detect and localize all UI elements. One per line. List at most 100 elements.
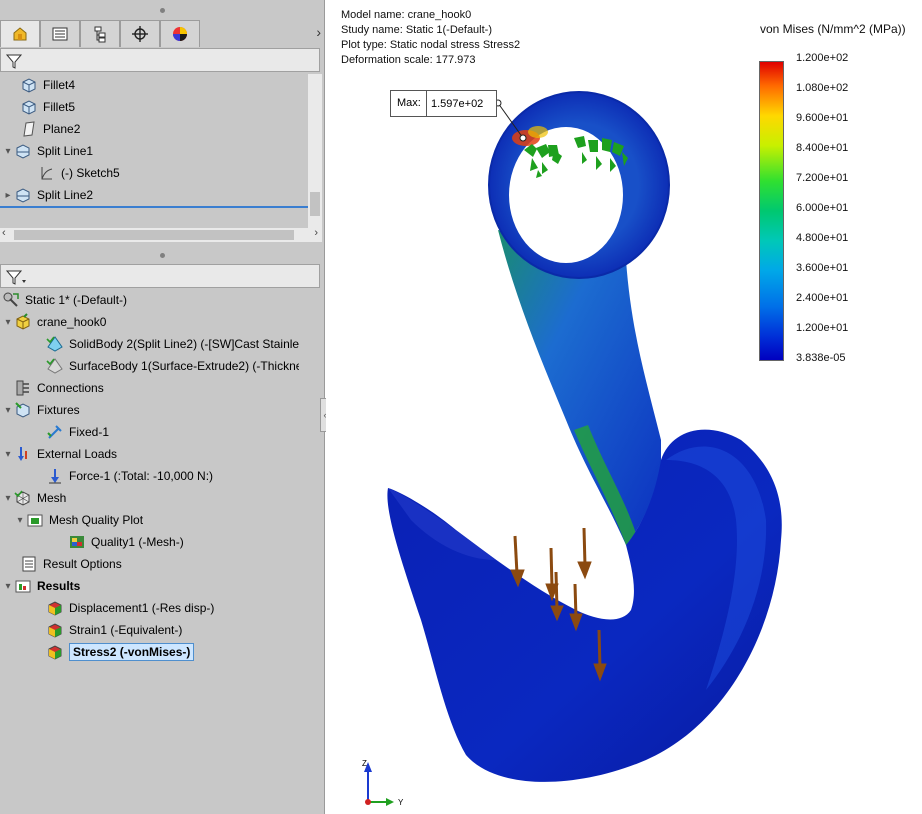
- configuration-manager-icon: [94, 26, 106, 43]
- legend-tick-label: 6.000e+01: [796, 202, 849, 214]
- feature-manager-panel: › Fillet4 Fillet5 Plane2 ▾ Split Line1 (-) Sk…: [0, 0, 330, 814]
- max-value: 1.597e+02: [431, 97, 484, 110]
- legend-tick-label: 4.800e+01: [796, 232, 849, 244]
- legend-tick-label: 3.838e-05: [796, 352, 846, 364]
- expander-arrow-icon[interactable]: ▸: [2, 190, 14, 201]
- tree-item-label: Force-1 (:Total: -10,000 N:): [69, 469, 214, 483]
- tree-item[interactable]: SurfaceBody 1(Surface-Extrude2) (-Thickn…: [34, 355, 299, 377]
- filter-icon: [5, 54, 23, 69]
- tree-item[interactable]: Strain1 (-Equivalent-): [34, 619, 182, 641]
- stress-hotspot-halo: [528, 126, 548, 138]
- tab-property-manager[interactable]: [40, 20, 80, 47]
- tree-item[interactable]: Force-1 (:Total: -10,000 N:): [34, 465, 213, 487]
- tree-item[interactable]: Fixed-1: [34, 421, 109, 443]
- tree-item[interactable]: (-) Sketch5: [26, 162, 120, 184]
- force-icon: [46, 467, 64, 485]
- tree-item-label: External Loads: [37, 447, 118, 461]
- tree-item[interactable]: Fillet4: [8, 74, 75, 96]
- tree-item[interactable]: ▾ crane_hook0: [2, 311, 106, 333]
- tree-item[interactable]: Stress2 (-vonMises-): [34, 641, 195, 663]
- tree-item-label: Fillet4: [43, 78, 76, 92]
- result-options-icon: [20, 555, 38, 573]
- tab-configuration-manager[interactable]: [80, 20, 120, 47]
- graphics-viewport[interactable]: Model name: crane_hook0 Study name: Stat…: [326, 0, 922, 814]
- expander-arrow-icon[interactable]: ▾: [2, 146, 14, 157]
- feature-tree-vertical-scrollbar[interactable]: [308, 74, 322, 230]
- quality-plot-icon: [68, 533, 86, 551]
- tree-item-label: Result Options: [43, 557, 122, 571]
- simulation-study-tree: Static 1* (-Default-) ▾ crane_hook0 SolidBo…: [0, 289, 325, 669]
- stress-plot-icon: [46, 643, 64, 661]
- legend-tick-label: 7.200e+01: [796, 172, 849, 184]
- legend-tick-label: 2.400e+01: [796, 292, 849, 304]
- sketch-icon: [38, 164, 56, 182]
- fillet-icon: [20, 98, 38, 116]
- expander-arrow-icon[interactable]: ▾: [2, 449, 14, 460]
- tree-item[interactable]: ▾ Mesh Quality Plot: [14, 509, 143, 531]
- panel-splitter-bottom[interactable]: [0, 251, 325, 259]
- expander-arrow-icon[interactable]: ▾: [2, 317, 14, 328]
- tree-item-label: Plane2: [43, 122, 81, 136]
- tree-item[interactable]: ▾ External Loads: [2, 443, 117, 465]
- feature-tree-filter[interactable]: [0, 48, 320, 72]
- y-axis-arrow: [386, 798, 394, 806]
- tree-item[interactable]: Quality1 (-Mesh-): [56, 531, 184, 553]
- force-arrow: [577, 527, 592, 580]
- tree-item[interactable]: ▾ Split Line1: [2, 140, 93, 162]
- plane-icon: [20, 120, 38, 138]
- tree-item[interactable]: ▾ Mesh: [2, 487, 66, 509]
- tree-item[interactable]: Displacement1 (-Res disp-): [34, 597, 214, 619]
- tree-item[interactable]: Result Options: [8, 553, 122, 575]
- tree-item-label: Static 1* (-Default-): [25, 293, 128, 307]
- external-loads-icon: [14, 445, 32, 463]
- tree-item[interactable]: Plane2: [8, 118, 80, 140]
- fillet-icon: [20, 76, 38, 94]
- chevron-right-icon[interactable]: ›: [316, 24, 321, 40]
- legend-tick-label: 9.600e+01: [796, 112, 849, 124]
- legend-color-bar: [759, 61, 784, 361]
- simulation-tree-filter[interactable]: [0, 264, 320, 288]
- tree-item[interactable]: Static 1* (-Default-): [0, 289, 127, 311]
- tree-item[interactable]: Connections: [2, 377, 104, 399]
- tree-item-label: SurfaceBody 1(Surface-Extrude2) (-Thickn…: [69, 359, 299, 373]
- x-axis-dot: [365, 799, 371, 805]
- rollback-bar[interactable]: [0, 206, 308, 208]
- surface-body-icon: [46, 357, 64, 375]
- tab-feature-manager[interactable]: [0, 20, 40, 47]
- expander-arrow-icon[interactable]: ▾: [14, 515, 26, 526]
- solid-body-icon: [46, 335, 64, 353]
- split-line-icon: [14, 142, 32, 160]
- expander-arrow-icon[interactable]: ▾: [2, 405, 14, 416]
- tree-item-label: Split Line2: [37, 188, 94, 202]
- displacement-plot-icon: [46, 599, 64, 617]
- legend-tick-label: 1.200e+02: [796, 52, 849, 64]
- legend-tick-label: 3.600e+01: [796, 262, 849, 274]
- static-study-icon: [2, 291, 20, 309]
- tree-item-label: Results: [37, 579, 81, 593]
- fixtures-icon: [14, 401, 32, 419]
- tree-item-label: crane_hook0: [37, 315, 107, 329]
- tab-display-manager[interactable]: [160, 20, 200, 47]
- feature-tree-horizontal-scrollbar[interactable]: ‹ ›: [0, 227, 322, 242]
- mesh-icon: [14, 489, 32, 507]
- tree-item[interactable]: ▸ Split Line2: [2, 184, 93, 206]
- panel-splitter-top[interactable]: [0, 6, 325, 14]
- expander-arrow-icon[interactable]: ▾: [2, 493, 14, 504]
- tree-item[interactable]: ▾ Results: [2, 575, 80, 597]
- orientation-triad[interactable]: Z Y: [358, 758, 408, 808]
- tree-item[interactable]: SolidBody 2(Split Line2) (-[SW]Cast Stai…: [34, 333, 299, 355]
- feature-manager-icon: [13, 27, 27, 41]
- tree-item[interactable]: Fillet5: [8, 96, 75, 118]
- property-manager-icon: [52, 27, 68, 41]
- tree-item[interactable]: ▾ Fixtures: [2, 399, 80, 421]
- tab-dimxpert-manager[interactable]: [120, 20, 160, 47]
- tree-item-label: Strain1 (-Equivalent-): [69, 623, 183, 637]
- tree-item-label: Connections: [37, 381, 104, 395]
- tree-item-label: Fixed-1: [69, 425, 110, 439]
- crosshair-icon: [132, 26, 148, 42]
- max-stress-callout[interactable]: Max: 1.597e+02: [390, 90, 497, 117]
- legend-title: von Mises (N/mm^2 (MPa)): [760, 22, 906, 36]
- y-axis-label: Y: [398, 798, 404, 807]
- expander-arrow-icon[interactable]: ▾: [2, 581, 14, 592]
- folder-icon: [26, 511, 44, 529]
